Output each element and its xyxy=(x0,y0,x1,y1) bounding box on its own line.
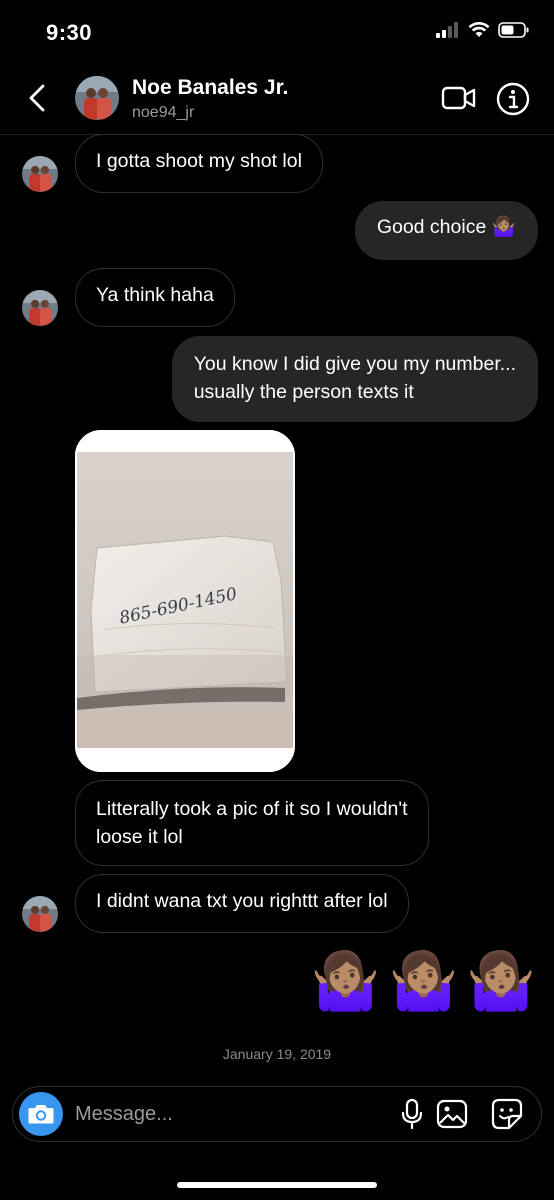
incoming-message[interactable]: I gotta shoot my shot lol xyxy=(75,134,323,193)
incoming-message[interactable]: I didnt wana txt you righttt after lol xyxy=(75,874,409,933)
message-input[interactable] xyxy=(75,1096,375,1132)
outgoing-message[interactable]: Good choice 🤷🏽‍♀️ xyxy=(354,201,538,260)
message-text: I didnt wana txt you righttt after lol xyxy=(96,890,388,912)
video-call-button[interactable] xyxy=(441,84,477,112)
cellular-signal-icon xyxy=(436,22,458,38)
status-icons xyxy=(436,22,530,38)
photo-message[interactable]: 865-690-1450 xyxy=(75,430,295,772)
message-text: I gotta shoot my shot lol xyxy=(96,150,302,172)
sticker-icon xyxy=(491,1098,523,1130)
contact-name[interactable]: Noe Banales Jr. xyxy=(132,76,288,100)
camera-icon xyxy=(28,1105,54,1124)
shrug-emoji: 🤷🏽‍♀️ xyxy=(466,949,536,1014)
sticker-button[interactable] xyxy=(490,1097,524,1131)
message-text-line: usually the person texts it xyxy=(193,381,414,403)
microphone-button[interactable] xyxy=(395,1097,429,1131)
wifi-icon xyxy=(468,22,490,37)
emoji-message[interactable]: 🤷🏽‍♀️ 🤷🏽‍♀️ 🤷🏽‍♀️ xyxy=(311,950,536,1014)
shrug-emoji: 🤷🏽‍♀️ xyxy=(388,949,459,1014)
contact-username[interactable]: noe94_jr xyxy=(132,104,194,122)
message-text-line: loose it lol xyxy=(96,826,183,848)
info-icon xyxy=(496,82,530,116)
incoming-message[interactable]: Ya think haha xyxy=(75,268,235,327)
photo-image: 865-690-1450 xyxy=(75,430,295,772)
sender-avatar[interactable] xyxy=(22,290,58,326)
status-bar: 9:30 xyxy=(0,0,554,62)
info-button[interactable] xyxy=(496,82,530,116)
incoming-message[interactable]: Litterally took a pic of it so I wouldn'… xyxy=(75,780,429,866)
status-time: 9:30 xyxy=(46,20,93,45)
message-text: Good choice 🤷🏽‍♀️ xyxy=(376,216,516,238)
camera-button[interactable] xyxy=(19,1092,63,1136)
chevron-left-icon xyxy=(29,84,45,112)
message-composer xyxy=(12,1086,542,1142)
sender-avatar[interactable] xyxy=(22,896,58,932)
home-indicator xyxy=(177,1182,377,1188)
gallery-button[interactable] xyxy=(435,1097,469,1131)
gallery-icon xyxy=(436,1099,468,1129)
sender-avatar[interactable] xyxy=(22,156,58,192)
outgoing-message[interactable]: You know I did give you my number... usu… xyxy=(171,336,538,422)
message-text-line: Litterally took a pic of it so I wouldn'… xyxy=(96,798,408,820)
microphone-icon xyxy=(401,1098,423,1130)
video-camera-icon xyxy=(441,86,476,110)
battery-icon xyxy=(498,22,529,38)
back-button[interactable] xyxy=(22,82,52,114)
shrug-emoji: 🤷🏽‍♀️ xyxy=(310,949,381,1014)
conversation-header: Noe Banales Jr. noe94_jr xyxy=(0,62,554,135)
date-stamp: January 19, 2019 xyxy=(222,1046,332,1062)
message-text: Ya think haha xyxy=(96,284,214,306)
message-text-line: You know I did give you my number... xyxy=(193,353,516,375)
contact-avatar[interactable] xyxy=(75,76,119,120)
